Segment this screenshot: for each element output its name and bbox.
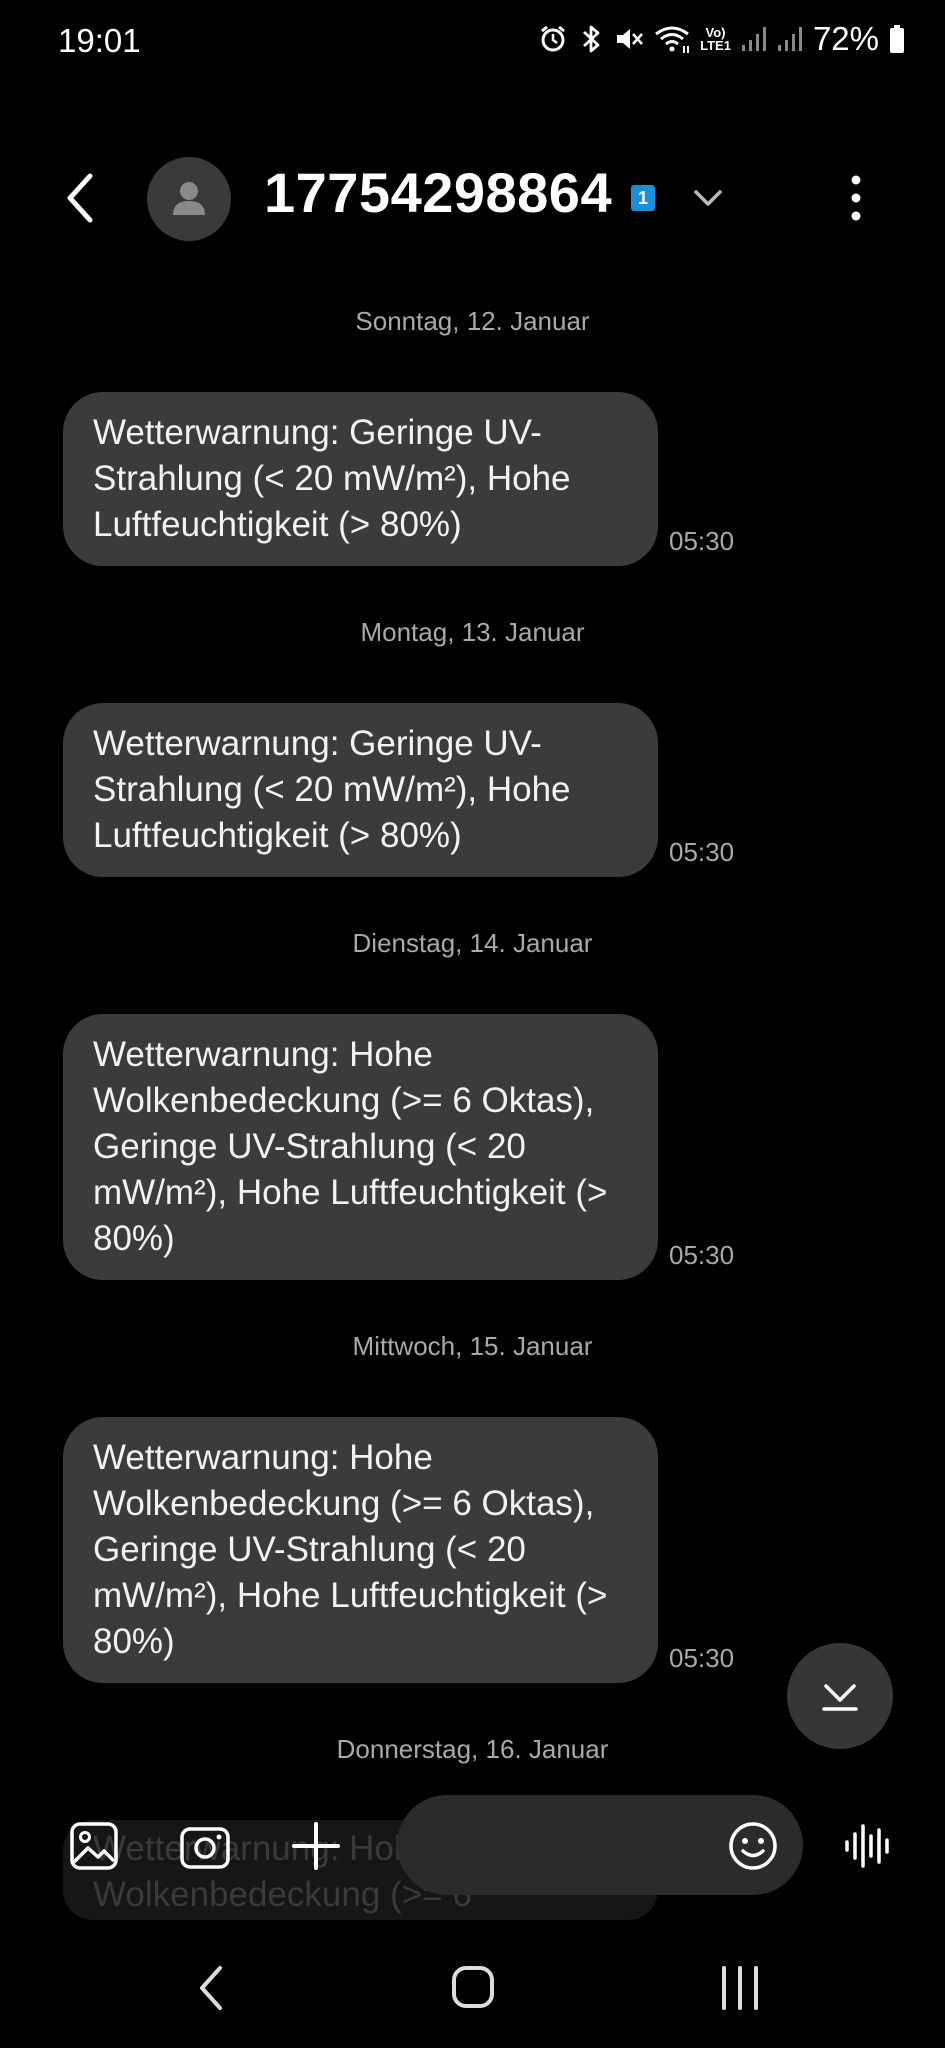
- scroll-down-icon: [822, 1684, 858, 1711]
- bluetooth-icon: [583, 25, 600, 53]
- battery-icon: [890, 25, 904, 53]
- contact-avatar[interactable]: [147, 157, 231, 241]
- camera-icon: [180, 1827, 230, 1869]
- message-bubble[interactable]: Wetterwarnung: Geringe UV-Strahlung (< 2…: [63, 392, 658, 566]
- message-bubble[interactable]: Wetterwarnung: Geringe UV-Strahlung (< 2…: [63, 703, 658, 877]
- sim-badge: 1: [631, 185, 655, 211]
- camera-button[interactable]: [179, 1820, 231, 1872]
- plus-icon: [292, 1822, 340, 1870]
- chevron-down-icon: [694, 190, 722, 206]
- contact-number[interactable]: 17754298864: [264, 160, 612, 225]
- volte-bottom-label: LTE1: [700, 38, 731, 53]
- back-arrow-icon: [67, 173, 93, 223]
- gallery-icon: [70, 1822, 118, 1870]
- gallery-button[interactable]: [68, 1820, 120, 1872]
- status-time: 19:01: [58, 22, 141, 59]
- nav-recents-icon: [722, 1966, 758, 2010]
- voice-message-button[interactable]: [843, 1822, 893, 1870]
- nav-home-icon: [452, 1966, 494, 2008]
- date-separator: Montag, 13. Januar: [360, 617, 585, 647]
- volte-icon: Vo) LTE1: [700, 26, 731, 52]
- emoji-icon: [729, 1822, 777, 1870]
- message-time: 05:30: [669, 1240, 735, 1270]
- emoji-button[interactable]: [727, 1820, 779, 1872]
- date-separator: Donnerstag, 16. Januar: [336, 1734, 609, 1764]
- person-icon: [173, 182, 205, 215]
- battery-percentage: 72%: [812, 20, 879, 57]
- mute-icon: [617, 29, 644, 49]
- nav-home-button[interactable]: [450, 1960, 496, 2016]
- signal-icon: [777, 27, 802, 51]
- voice-wave-icon: [845, 1824, 889, 1868]
- date-separator: Dienstag, 14. Januar: [352, 928, 593, 958]
- nav-recents-button[interactable]: [716, 1960, 764, 2016]
- signal-icon: [741, 27, 766, 51]
- message-bubble[interactable]: Wetterwarnung: Hohe Wolkenbedeckung (>= …: [63, 1417, 658, 1683]
- scroll-to-bottom-button[interactable]: [787, 1643, 893, 1749]
- message-time: 05:30: [669, 1643, 735, 1673]
- attach-button[interactable]: [290, 1820, 342, 1872]
- expand-contact-button[interactable]: [690, 180, 726, 216]
- message-bubble[interactable]: Wetterwarnung: Hohe Wolkenbedeckung (>= …: [63, 1014, 658, 1280]
- more-options-button[interactable]: [838, 172, 874, 224]
- wifi-icon: [655, 26, 690, 53]
- date-separator: Mittwoch, 15. Januar: [352, 1331, 593, 1361]
- message-time: 05:30: [669, 837, 735, 867]
- message-time: 05:30: [669, 526, 735, 556]
- status-icons: Vo) LTE1 72%: [538, 20, 905, 58]
- nav-back-icon: [200, 1966, 222, 2010]
- back-button[interactable]: [60, 168, 104, 228]
- alarm-icon: [541, 25, 566, 52]
- nav-back-button[interactable]: [194, 1960, 230, 2016]
- date-separator: Sonntag, 12. Januar: [355, 306, 590, 336]
- more-vertical-icon: [851, 175, 861, 221]
